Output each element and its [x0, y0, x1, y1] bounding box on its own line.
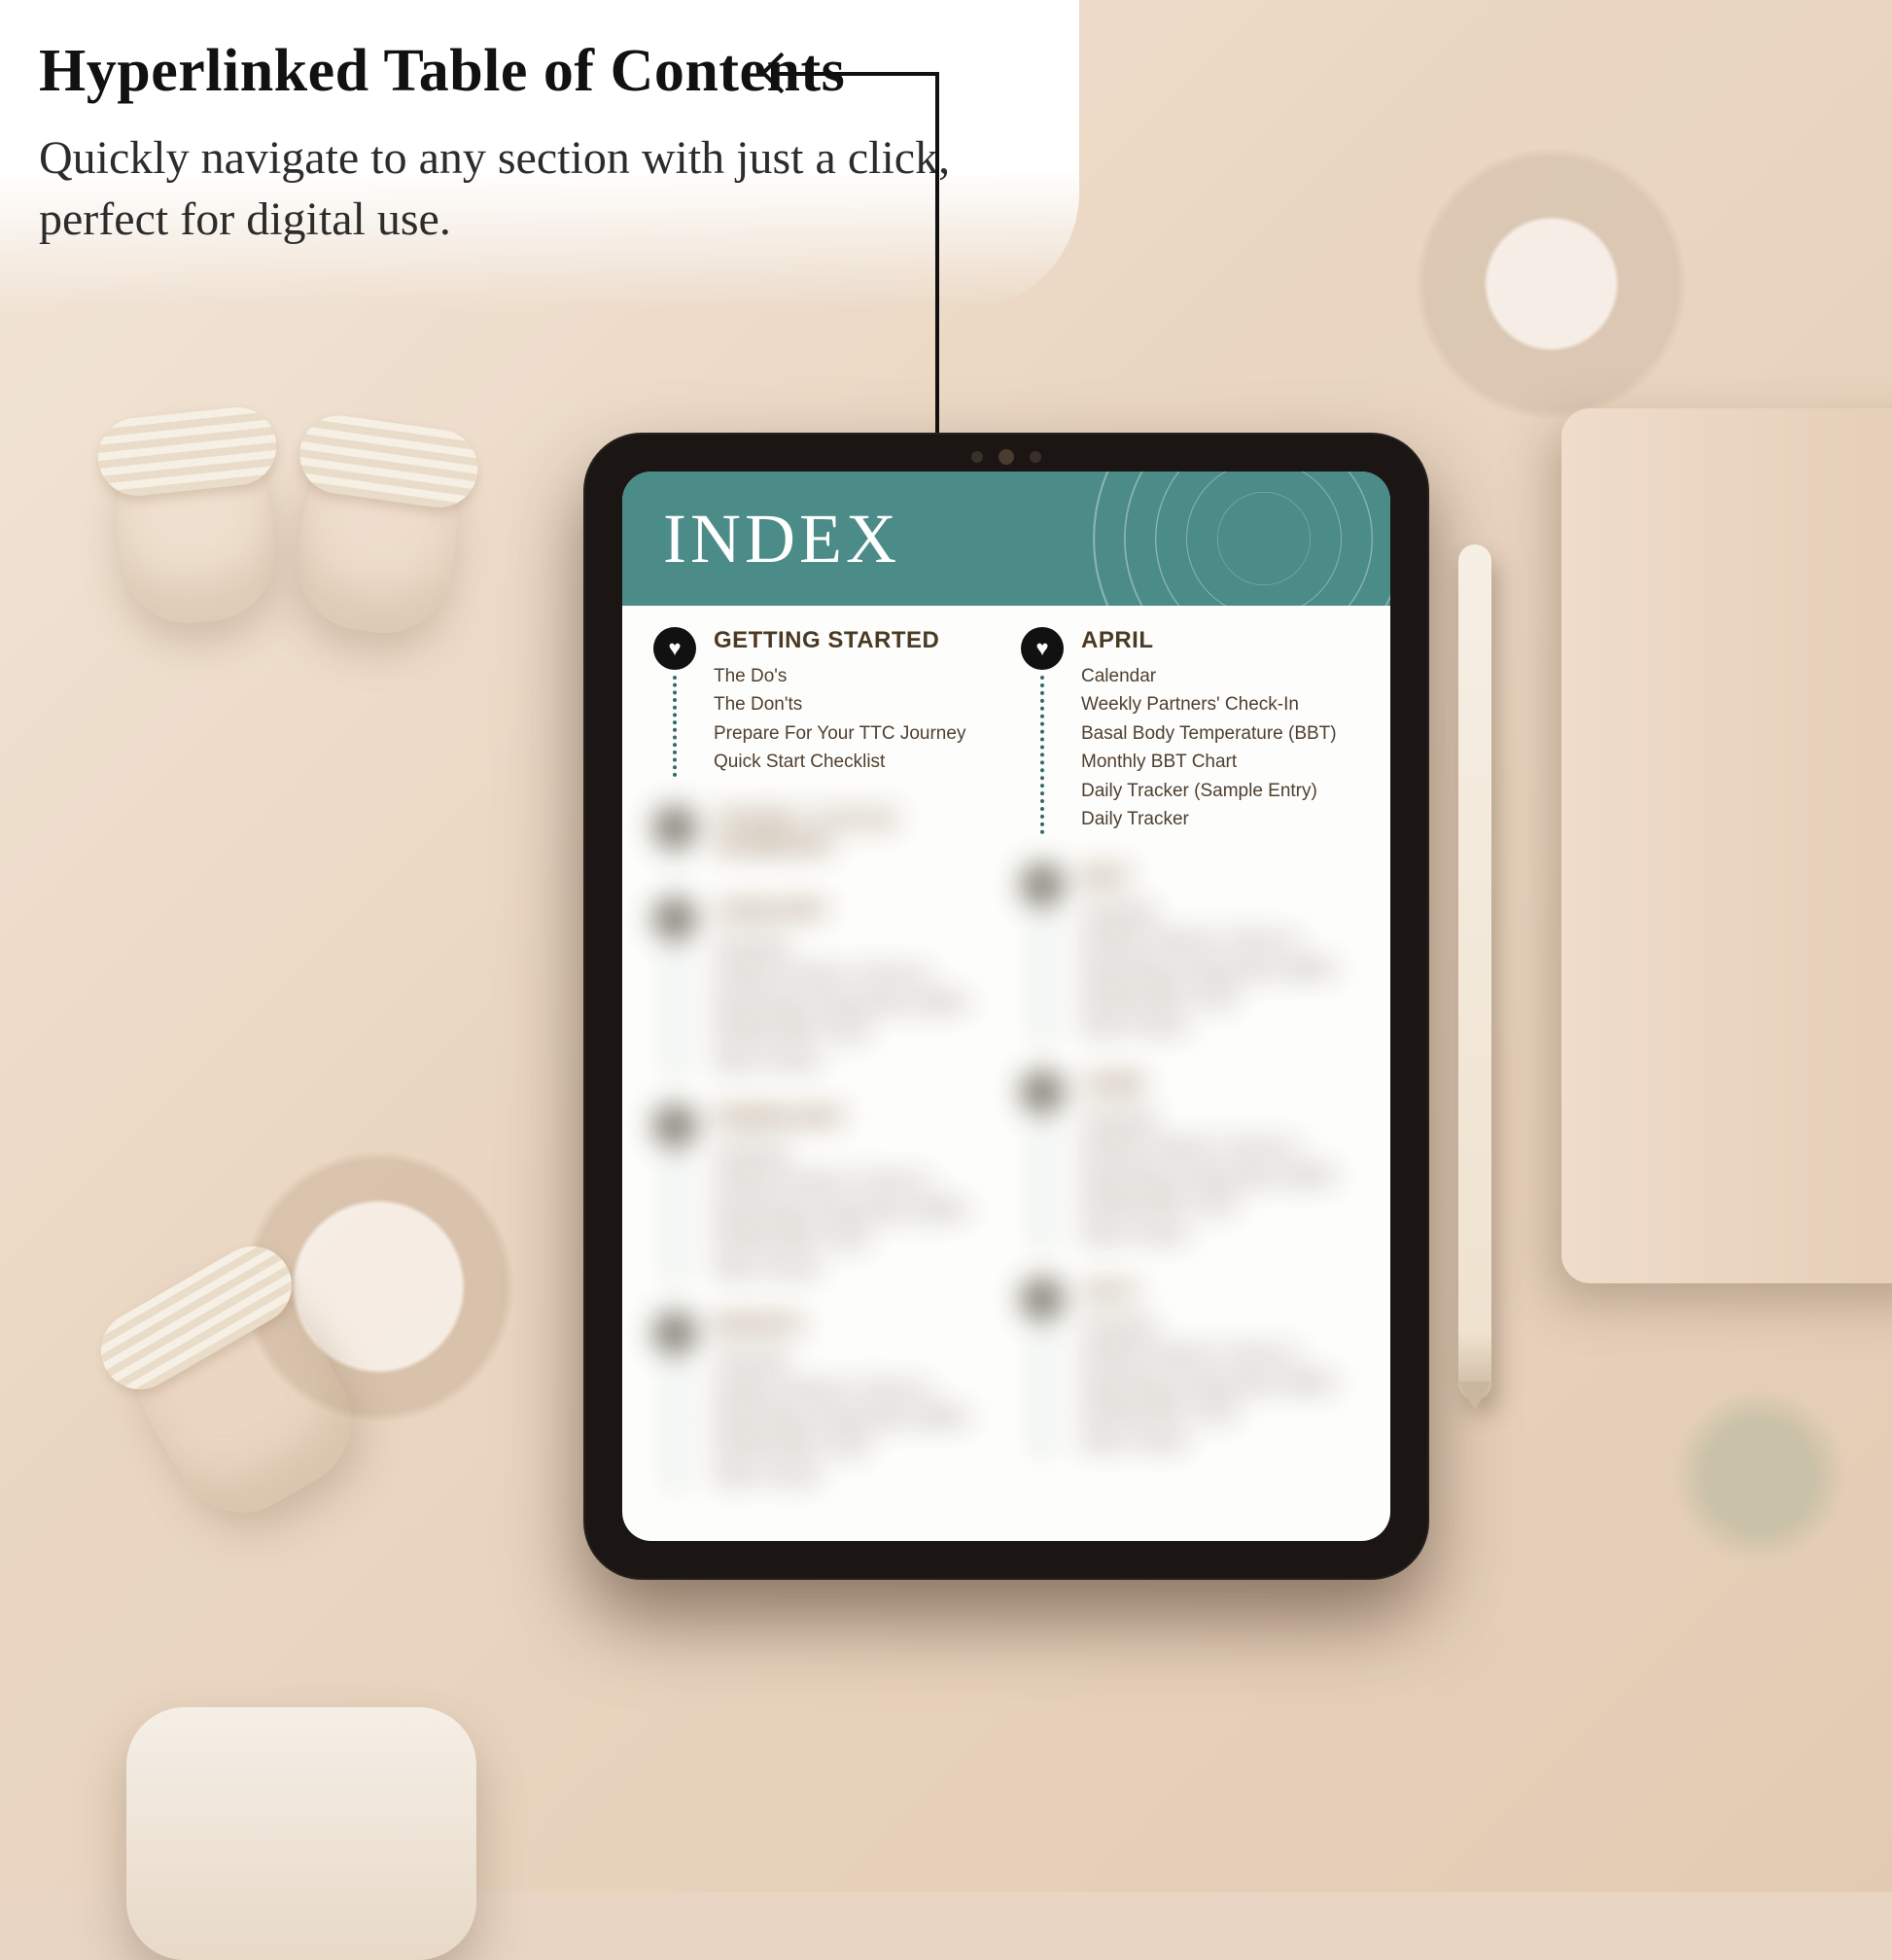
- toc-link[interactable]: Daily Tracker: [1081, 1220, 1359, 1248]
- toc-link[interactable]: Monthly BBT Chart: [1081, 984, 1359, 1012]
- toc-link[interactable]: Basal Body Temperature (BBT): [714, 990, 992, 1018]
- toc-link[interactable]: Daily Tracker: [714, 1047, 992, 1075]
- section-title[interactable]: MAY: [1081, 863, 1359, 891]
- dotted-connector: [1040, 912, 1044, 1041]
- section-title[interactable]: FEBRUARY: [714, 1104, 992, 1132]
- stylus-prop: [1458, 544, 1491, 1400]
- toc-link[interactable]: The Do's: [714, 662, 992, 690]
- toc-link[interactable]: Calendar: [714, 1347, 992, 1375]
- index-section: JULY CalendarWeekly Partners' Check-InBas…: [1021, 1278, 1359, 1455]
- dotted-connector: [1040, 676, 1044, 834]
- dotted-connector: [673, 676, 677, 777]
- toc-link[interactable]: Daily Tracker: [1081, 1427, 1359, 1455]
- dotted-connector: [673, 1153, 677, 1282]
- index-section: MAY CalendarWeekly Partners' Check-InBasa…: [1021, 863, 1359, 1041]
- heart-bullet-icon: [653, 1312, 696, 1354]
- index-title: INDEX: [663, 499, 900, 579]
- toc-link[interactable]: Monthly BBT Chart: [714, 1018, 992, 1046]
- toc-link[interactable]: Daily Tracker: [714, 1254, 992, 1282]
- section-title[interactable]: JULY: [1081, 1278, 1359, 1305]
- toc-link[interactable]: Weekly Partners' Check-In: [1081, 1341, 1359, 1369]
- dotted-connector: [1040, 1326, 1044, 1455]
- toc-link[interactable]: Calendar: [1081, 1312, 1359, 1341]
- index-section: MARCH CalendarWeekly Partners' Check-InBa…: [653, 1312, 992, 1489]
- index-section: JUNE CalendarWeekly Partners' Check-InBas…: [1021, 1070, 1359, 1248]
- toc-link[interactable]: Prepare For Your TTC Journey: [714, 719, 992, 748]
- callout-body: Quickly navigate to any section with jus…: [39, 127, 972, 251]
- heart-bullet-icon: [653, 806, 696, 849]
- toc-link[interactable]: Daily Tracker: [714, 1461, 992, 1489]
- dotted-connector: [673, 946, 677, 1075]
- heart-bullet-icon: [1021, 1070, 1064, 1113]
- toc-link[interactable]: Monthly BBT Chart: [714, 1225, 992, 1253]
- toc-link[interactable]: The Don'ts: [714, 690, 992, 718]
- dotted-connector: [1040, 1119, 1044, 1248]
- tablet-device: INDEX GETTING STARTED The Do'sThe Don'tsP…: [583, 433, 1429, 1580]
- heart-bullet-icon: [1021, 863, 1064, 906]
- toc-link[interactable]: Calendar: [714, 1139, 992, 1168]
- section-title[interactable]: MARCH: [714, 1312, 992, 1339]
- notebook-prop: [1561, 408, 1892, 1283]
- toc-link[interactable]: Basal Body Temperature (BBT): [1081, 1370, 1359, 1398]
- heart-bullet-icon: [653, 627, 696, 670]
- tablet-screen: INDEX GETTING STARTED The Do'sThe Don'tsP…: [622, 472, 1390, 1541]
- feature-callout: Hyperlinked Table of Contents Quickly na…: [0, 0, 1079, 309]
- dotted-connector: [673, 1360, 677, 1489]
- heart-bullet-icon: [653, 1104, 696, 1147]
- section-title[interactable]: JANUARY: [714, 897, 992, 925]
- toc-link[interactable]: Basal Body Temperature (BBT): [1081, 719, 1359, 748]
- toc-link[interactable]: Weekly Partners' Check-In: [1081, 690, 1359, 718]
- index-column: APRILCalendarWeekly Partners' Check-InBa…: [1021, 627, 1359, 1522]
- section-title[interactable]: APRIL: [1081, 627, 1359, 654]
- heart-bullet-icon: [653, 897, 696, 940]
- toc-link[interactable]: Quick Start Checklist: [714, 748, 992, 776]
- index-column: GETTING STARTED The Do'sThe Don'tsPrepare…: [653, 627, 992, 1522]
- toc-link[interactable]: Basal Body Temperature (BBT): [714, 1404, 992, 1432]
- toc-link[interactable]: Monthly BBT Chart: [714, 1432, 992, 1460]
- toc-link[interactable]: Weekly Partners' Check-In: [714, 961, 992, 989]
- tablet-camera: [948, 450, 1065, 464]
- toc-link[interactable]: Daily Tracker (Sample Entry): [1081, 777, 1359, 805]
- heart-bullet-icon: [1021, 1278, 1064, 1320]
- callout-title: Hyperlinked Table of Contents: [39, 37, 1021, 106]
- toc-link[interactable]: Weekly Partners' Check-In: [714, 1376, 992, 1404]
- toc-link[interactable]: Basal Body Temperature (BBT): [714, 1197, 992, 1225]
- toc-link[interactable]: Weekly Partners' Check-In: [1081, 1134, 1359, 1162]
- section-title[interactable]: GETTING STARTED: [714, 627, 992, 654]
- toc-link[interactable]: Calendar: [1081, 1105, 1359, 1134]
- index-section: APRIL CalendarWeekly Partners' Check-InBa…: [1021, 627, 1359, 834]
- toc-link[interactable]: Daily Tracker: [1081, 805, 1359, 833]
- toc-link[interactable]: Basal Body Temperature (BBT): [1081, 956, 1359, 984]
- index-section: JANUARY CalendarWeekly Partners' Check-In…: [653, 897, 992, 1075]
- heart-bullet-icon: [1021, 627, 1064, 670]
- section-title[interactable]: JUNE: [1081, 1070, 1359, 1098]
- toc-link[interactable]: Basal Body Temperature (BBT): [1081, 1163, 1359, 1191]
- toc-link[interactable]: Weekly Partners' Check-In: [714, 1168, 992, 1196]
- toc-link[interactable]: Monthly BBT Chart: [1081, 1191, 1359, 1219]
- index-header: INDEX: [622, 472, 1390, 606]
- toc-link[interactable]: Weekly Partners' Check-In: [1081, 927, 1359, 955]
- phone-prop: [126, 1707, 476, 1960]
- toc-link[interactable]: Monthly BBT Chart: [1081, 748, 1359, 776]
- toc-link[interactable]: Calendar: [1081, 898, 1359, 927]
- toc-link[interactable]: Calendar: [1081, 662, 1359, 690]
- index-section: FEBRUARY CalendarWeekly Partners' Check-I…: [653, 1104, 992, 1282]
- toc-link[interactable]: Daily Tracker: [1081, 1012, 1359, 1040]
- index-section: YEARLY CYCLE SUMMARY: [653, 806, 992, 868]
- toc-link[interactable]: Monthly BBT Chart: [1081, 1398, 1359, 1426]
- toc-link[interactable]: Calendar: [714, 932, 992, 961]
- index-section: GETTING STARTED The Do'sThe Don'tsPrepare…: [653, 627, 992, 777]
- section-title[interactable]: YEARLY CYCLE SUMMARY: [714, 806, 992, 860]
- dotted-connector: [673, 855, 677, 868]
- index-body: GETTING STARTED The Do'sThe Don'tsPrepare…: [622, 606, 1390, 1541]
